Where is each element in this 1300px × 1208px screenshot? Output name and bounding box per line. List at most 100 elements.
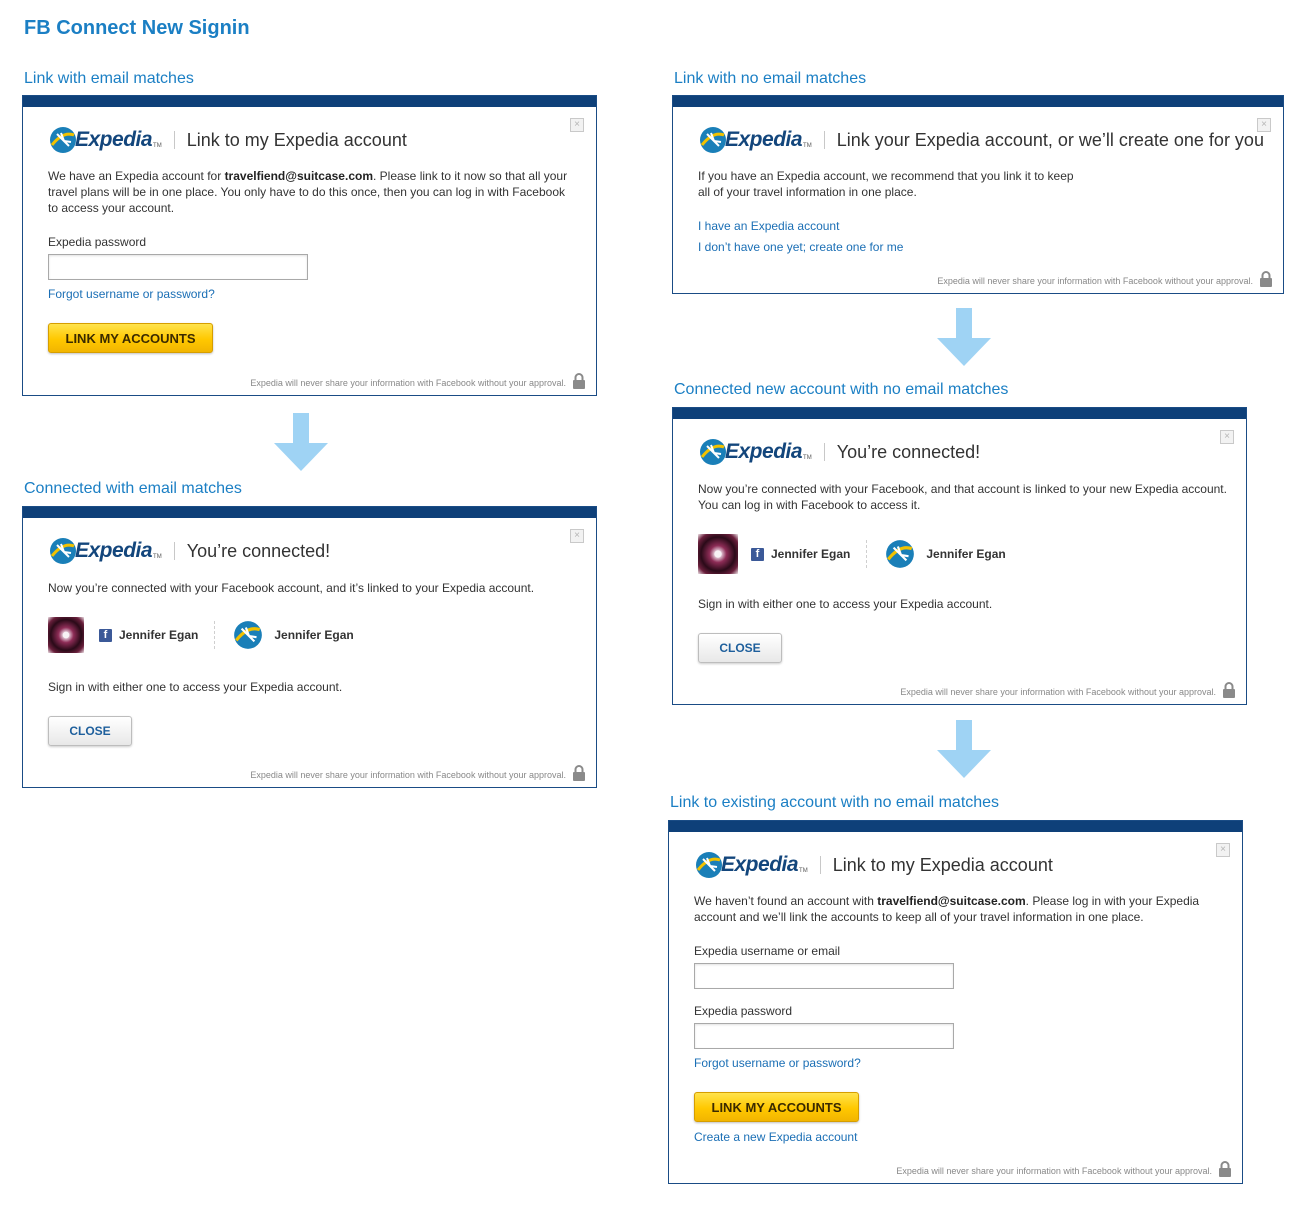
dialog-message: Now you’re connected with your Facebook,… [698,482,1227,512]
lock-icon [1219,1161,1231,1177]
expedia-globe-icon [886,540,915,568]
lock-icon [573,765,585,781]
header-divider [823,443,825,461]
dialog-topbar [673,96,1283,107]
section-label-connected-new: Connected new account with no email matc… [674,381,1009,398]
expedia-logo-text: Expedia [75,128,153,151]
create-account-link[interactable]: Create a new Expedia account [694,1130,857,1144]
expedia-globe-icon [700,127,726,153]
close-icon[interactable]: × [570,118,584,132]
expedia-globe-icon [696,852,722,878]
dialog-header: Expedia TM You’re connected! [48,535,330,567]
privacy-note: Expedia will never share your informatio… [937,276,1253,286]
dialog-connected-email: × Expedia TM You’re connected! Now you’r… [22,506,597,788]
dialog-title: You’re connected! [186,540,331,561]
expedia-logo-tm: TM [153,554,162,560]
expedia-logo: Expedia TM [698,437,812,467]
header-divider [819,856,821,874]
signin-note: Sign in with either one to access your E… [698,597,993,611]
header-divider [173,131,175,149]
section-label-link-email: Link with email matches [24,70,194,87]
expedia-logo-tm: TM [803,455,812,461]
header-divider [823,131,825,149]
expedia-logo-tm: TM [153,143,162,149]
facebook-account-name: Jennifer Egan [119,628,199,642]
username-label: Expedia username or email [694,944,841,958]
expedia-globe-icon [50,127,76,153]
close-button[interactable]: CLOSE [48,716,132,746]
dialog-message: If you have an Expedia account, we recom… [698,169,1074,199]
accounts-divider [866,540,868,568]
privacy-note: Expedia will never share your informatio… [896,1166,1212,1176]
dialog-title: Link to my Expedia account [832,854,1053,875]
privacy-note: Expedia will never share your informatio… [250,378,566,388]
flow-arrow-down-icon [937,720,991,778]
expedia-account-name: Jennifer Egan [926,547,1006,561]
forgot-password-link[interactable]: Forgot username or password? [48,287,215,301]
expedia-logo-tm: TM [803,143,812,149]
dialog-title: Link your Expedia account, or we’ll crea… [836,129,1264,150]
page-title: FB Connect New Signin [24,17,250,39]
close-icon[interactable]: × [1216,843,1230,857]
expedia-logo: Expedia TM [694,850,808,880]
expedia-logo-text: Expedia [725,128,803,151]
expedia-logo: Expedia TM [48,536,162,566]
expedia-logo: Expedia TM [698,125,812,155]
expedia-logo: Expedia TM [48,125,162,155]
flow-arrow-down-icon [937,308,991,366]
close-icon[interactable]: × [1220,430,1234,444]
lock-icon [1260,271,1272,287]
lock-icon [1223,682,1235,698]
facebook-profile-photo [698,534,738,574]
dialog-title: You’re connected! [836,441,981,462]
facebook-account-name: Jennifer Egan [771,547,851,561]
accounts-divider [214,621,216,649]
password-label: Expedia password [48,235,147,249]
expedia-logo-text: Expedia [725,440,803,463]
dialog-header: Expedia TM Link to my Expedia account [694,849,1053,881]
section-label-link-no-email: Link with no email matches [674,70,867,87]
close-icon[interactable]: × [570,529,584,543]
forgot-password-link[interactable]: Forgot username or password? [694,1056,861,1070]
close-button[interactable]: CLOSE [698,633,782,663]
have-account-link[interactable]: I have an Expedia account [698,219,839,233]
dialog-title: Link to my Expedia account [186,129,407,150]
facebook-icon: f [99,628,112,642]
password-field[interactable] [48,254,308,280]
signin-note: Sign in with either one to access your E… [48,680,343,694]
email-address: travelfiend@suitcase.com [224,169,373,183]
password-label: Expedia password [694,1004,793,1018]
header-divider [173,542,175,560]
create-account-link[interactable]: I don’t have one yet; create one for me [698,240,903,254]
expedia-account-name: Jennifer Egan [274,628,354,642]
dialog-link-existing: × Expedia TM Link to my Expedia account … [668,820,1243,1184]
expedia-globe-icon [700,439,726,465]
password-field[interactable] [694,1023,954,1049]
facebook-profile-photo [48,617,84,653]
linked-accounts: f Jennifer Egan Jennifer Egan [48,617,354,653]
privacy-note: Expedia will never share your informatio… [250,770,566,780]
expedia-logo-tm: TM [799,868,808,874]
dialog-message: Now you’re connected with your Facebook … [48,581,535,595]
expedia-globe-icon [50,538,76,564]
dialog-message: We have an Expedia account for travelfie… [48,169,568,215]
username-field[interactable] [694,963,954,989]
linked-accounts: f Jennifer Egan Jennifer Egan [698,534,1006,574]
dialog-topbar [673,408,1246,419]
dialog-topbar [23,96,596,107]
dialog-header: Expedia TM You’re connected! [698,436,980,468]
link-accounts-button[interactable]: LINK MY ACCOUNTS [694,1092,859,1122]
dialog-header: Expedia TM Link your Expedia account, or… [698,124,1264,156]
privacy-note: Expedia will never share your informatio… [900,687,1216,697]
lock-icon [573,373,585,389]
expedia-globe-icon [234,621,263,649]
expedia-logo-text: Expedia [75,539,153,562]
dialog-topbar [669,821,1242,832]
email-address: travelfiend@suitcase.com [877,894,1026,908]
dialog-message: We haven’t found an account with travelf… [694,894,1200,924]
section-label-link-existing: Link to existing account with no email m… [670,794,1000,811]
dialog-connected-new: × Expedia TM You’re connected! Now you’r… [672,407,1247,705]
flow-arrow-down-icon [274,413,328,471]
dialog-link-email: × Expedia TM Link to my Expedia account … [22,95,597,396]
link-accounts-button[interactable]: LINK MY ACCOUNTS [48,323,213,353]
